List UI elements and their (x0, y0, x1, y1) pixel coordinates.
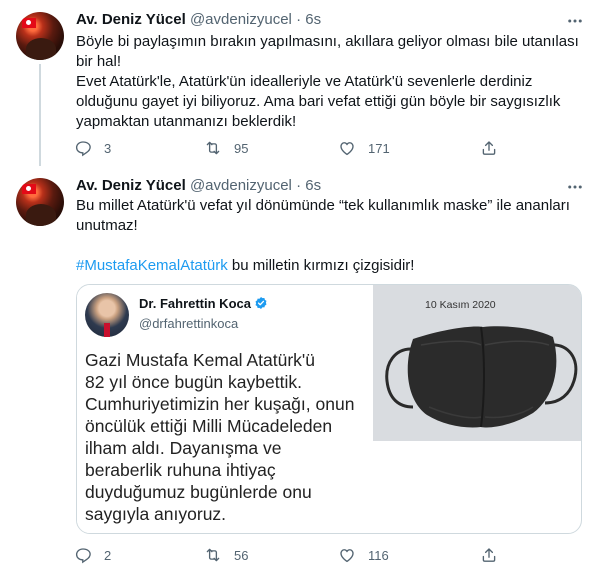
avatar[interactable] (16, 178, 64, 226)
screenshot-avatar (85, 293, 129, 337)
tweet-text: Böyle bi paylaşımın bırakın yapılmasını,… (76, 33, 579, 130)
tweet-header: Av. Deniz Yücel @avdenizyucel · 6s (76, 176, 321, 196)
mask-photo: 10 Kasım 2020 (373, 285, 581, 441)
screenshot-tweet: Dr. Fahrettin Koca @drfahrettinkoca Gazi… (77, 285, 373, 533)
retweet-icon (206, 141, 220, 155)
tweet-text: Bu millet Atatürk'ü vefat yıl dönümünde … (76, 197, 570, 234)
reply-button[interactable]: 2 (74, 545, 111, 565)
tweet-time[interactable]: 6s (305, 177, 321, 194)
like-icon (340, 549, 354, 563)
tweet-header: Av. Deniz Yücel @avdenizyucel · 6s (76, 10, 321, 30)
reply-button[interactable]: 3 (74, 138, 111, 158)
more-icon[interactable] (566, 12, 584, 30)
reply-count: 2 (104, 547, 112, 563)
retweet-icon (206, 548, 220, 562)
avatar[interactable] (16, 12, 64, 60)
like-button[interactable]: 171 (338, 138, 390, 158)
separator: · (296, 177, 302, 194)
tweet-image[interactable]: Dr. Fahrettin Koca @drfahrettinkoca Gazi… (76, 284, 582, 534)
tweet-actions: 3 95 171 (74, 138, 504, 158)
date-label: 10 Kasım 2020 (425, 299, 496, 311)
share-icon (482, 548, 496, 562)
like-button[interactable]: 116 (338, 545, 389, 565)
retweet-button[interactable]: 95 (204, 138, 248, 158)
tweet-1[interactable]: Av. Deniz Yücel @avdenizyucel · 6s Böyle… (0, 0, 598, 166)
like-count: 171 (368, 140, 390, 156)
retweet-count: 56 (234, 547, 249, 563)
retweet-count: 95 (234, 140, 249, 156)
retweet-button[interactable]: 56 (204, 545, 248, 565)
share-icon (482, 141, 496, 155)
more-icon[interactable] (566, 178, 584, 196)
like-count: 116 (368, 547, 389, 563)
author-handle[interactable]: @avdenizyucel (190, 11, 292, 28)
share-button[interactable] (480, 138, 510, 158)
tweet-text-hashtag-line: #MustafaKemalAtatürk bu milletin kırmızı… (76, 256, 582, 276)
author-name[interactable]: Av. Deniz Yücel (76, 11, 186, 28)
reply-count: 3 (104, 140, 112, 156)
verified-icon (255, 297, 267, 309)
tweet-time[interactable]: 6s (305, 11, 321, 28)
thread-line (39, 64, 41, 166)
reply-icon (75, 548, 91, 564)
share-button[interactable] (480, 545, 510, 565)
tweet-actions: 2 56 116 (74, 545, 504, 565)
reply-icon (75, 141, 91, 157)
tweet-text-continuation: bu milletin kırmızı çizgisidir! (227, 257, 415, 274)
screenshot-author-handle: @drfahrettinkoca (139, 316, 239, 331)
like-icon (340, 142, 354, 156)
hashtag-link[interactable]: #MustafaKemalAtatürk (76, 257, 228, 274)
screenshot-text: Gazi Mustafa Kemal Atatürk'ü 82 yıl önce… (85, 350, 355, 524)
separator: · (296, 11, 302, 28)
screenshot-author-name: Dr. Fahrettin Koca (139, 296, 268, 311)
author-handle[interactable]: @avdenizyucel (190, 177, 292, 194)
author-name[interactable]: Av. Deniz Yücel (76, 177, 186, 194)
